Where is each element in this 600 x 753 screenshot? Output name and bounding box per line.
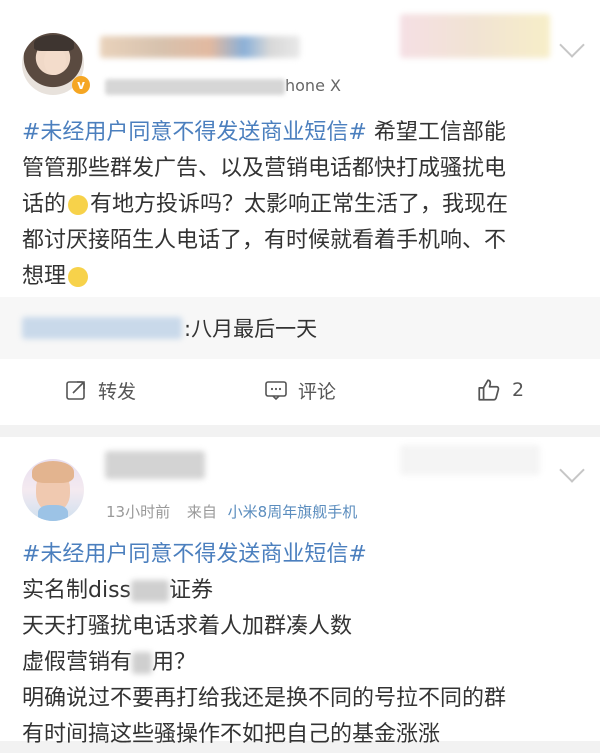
verified-badge: v	[72, 76, 90, 94]
source-device[interactable]: 小米8周年旗舰手机	[228, 503, 358, 521]
like-count: 2	[511, 379, 525, 401]
username-blurred[interactable]	[105, 451, 205, 479]
comment-button[interactable]: 评论	[200, 359, 400, 421]
username-blurred[interactable]	[100, 36, 300, 58]
emoji-icon	[68, 195, 89, 215]
like-button[interactable]: 2	[400, 359, 600, 421]
action-bar: 转发 评论 2	[0, 359, 600, 421]
repost-label: 转发	[97, 380, 136, 403]
post-meta: 13小时前 来自 小米8周年旗舰手机	[106, 501, 357, 522]
weibo-post-1: v hone X #未经用户同意不得发送商业短信# 希望工信部能 管管那些群发广…	[0, 0, 600, 425]
like-icon	[478, 379, 500, 401]
post-meta: hone X	[105, 76, 341, 95]
hashtag-link[interactable]: #未经用户同意不得发送商业短信#	[22, 120, 367, 145]
chevron-down-icon[interactable]	[559, 457, 585, 483]
member-badge-blurred	[400, 14, 550, 58]
redacted-text	[132, 652, 153, 674]
post-time: 13小时前	[106, 503, 171, 521]
repost-text: :八月最后一天	[184, 317, 318, 341]
weibo-post-2: 13小时前 来自 小米8周年旗舰手机 #未经用户同意不得发送商业短信# 实名制d…	[0, 437, 600, 747]
from-label: 来自	[186, 503, 217, 521]
repost-preview[interactable]: :八月最后一天	[0, 297, 600, 359]
redacted-text	[131, 580, 170, 602]
hashtag-link[interactable]: #未经用户同意不得发送商业短信#	[22, 542, 367, 567]
source-device: hone X	[285, 76, 341, 95]
comment-label: 评论	[297, 380, 336, 403]
member-badge-blurred	[400, 445, 540, 475]
post-body: #未经用户同意不得发送商业短信# 希望工信部能 管管那些群发广告、以及营销电话都…	[22, 120, 509, 289]
repost-icon	[66, 381, 85, 400]
emoji-icon	[68, 267, 89, 287]
comment-icon	[265, 381, 287, 401]
post-body: #未经用户同意不得发送商业短信# 实名制diss 证券 天天打骚扰电话求着人加群凑…	[22, 542, 507, 747]
user-avatar[interactable]	[22, 459, 84, 521]
repost-button[interactable]: 转发	[0, 359, 200, 421]
chevron-down-icon[interactable]	[559, 32, 585, 58]
repost-user-blurred	[22, 317, 182, 339]
